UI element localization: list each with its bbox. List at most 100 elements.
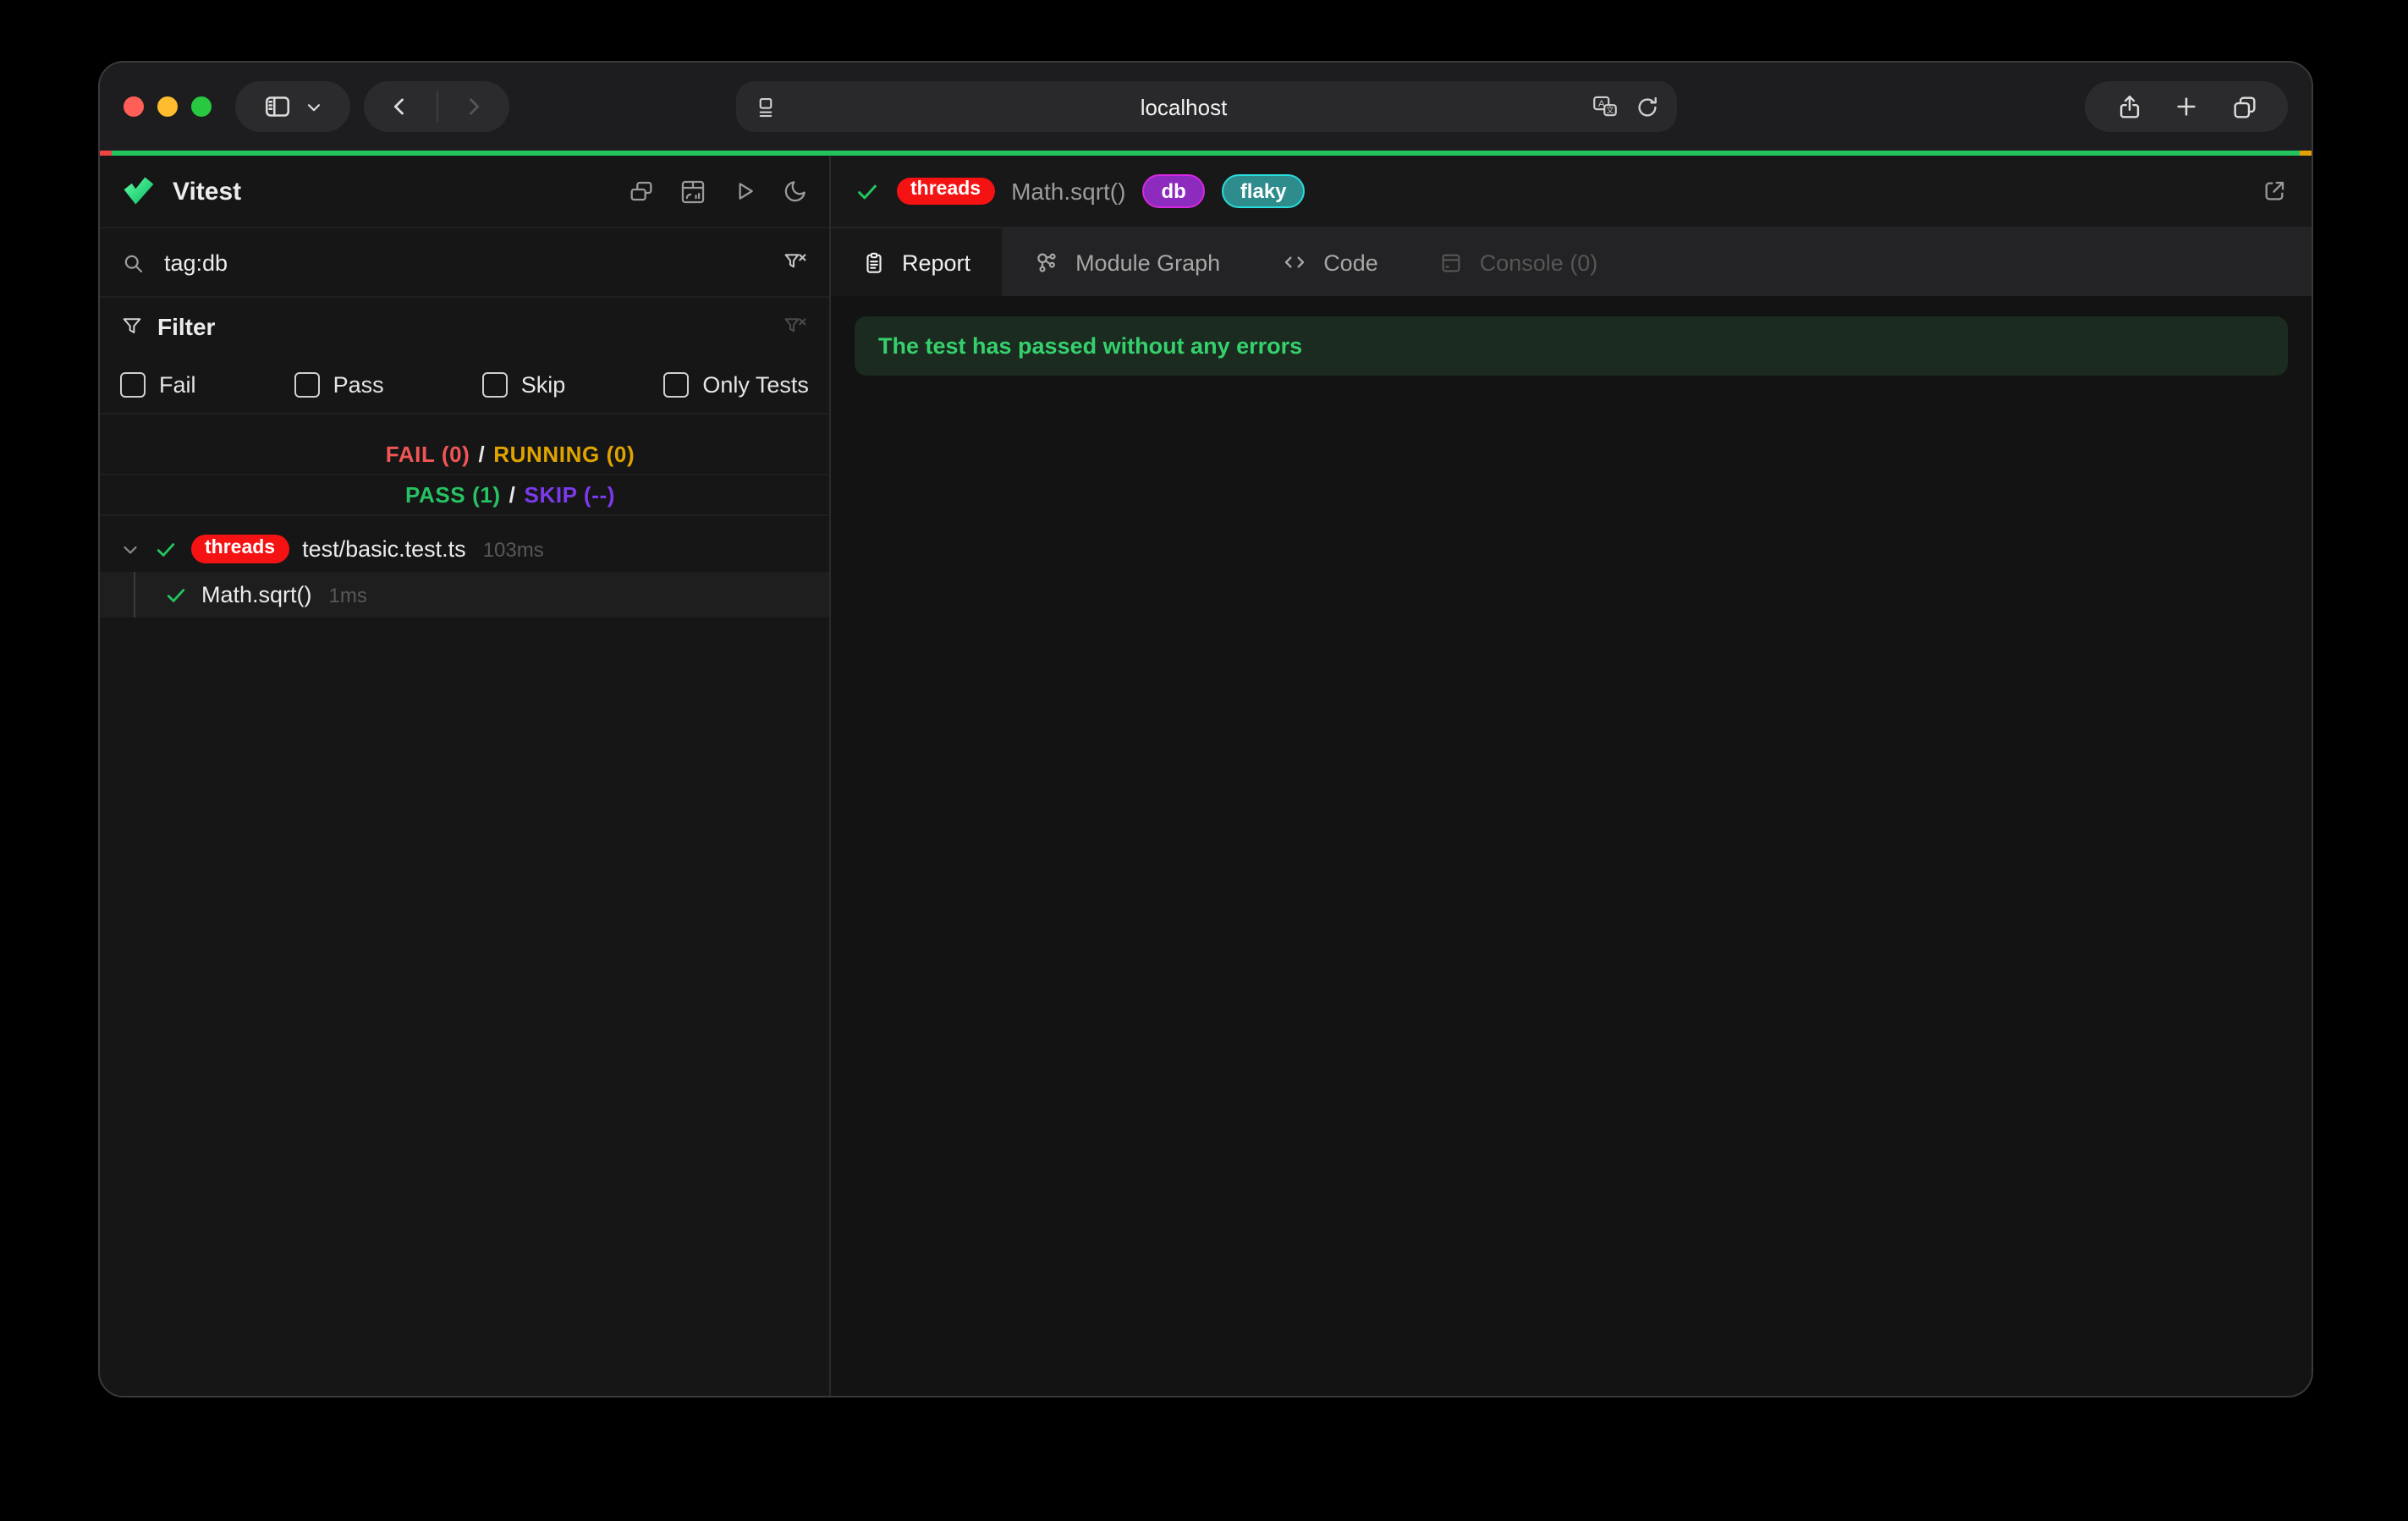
pass-check-icon: [855, 178, 880, 204]
detail-panel: threads Math.sqrt() db flaky: [831, 156, 2312, 1396]
detail-tabs: Report Module Graph: [831, 228, 2312, 296]
checkbox-icon: [120, 371, 146, 397]
sidebar-header-actions: [628, 177, 809, 206]
sidebar: Vitest: [100, 156, 831, 1396]
test-file-row[interactable]: threads test/basic.test.ts 103ms: [100, 526, 829, 572]
forward-button[interactable]: [437, 81, 509, 132]
tab-report[interactable]: Report: [831, 228, 1001, 296]
vitest-ui: Vitest: [100, 156, 2312, 1396]
browser-window-actions: [2085, 81, 2288, 132]
pass-check-icon: [164, 583, 188, 607]
tab-label: Module Graph: [1075, 250, 1220, 275]
detail-header: threads Math.sqrt() db flaky: [831, 156, 2312, 228]
chevron-down-icon: [305, 97, 323, 116]
clear-filter-icon[interactable]: [782, 313, 809, 340]
minimize-window-button[interactable]: [157, 96, 178, 117]
traffic-lights: [124, 96, 212, 117]
new-tab-icon[interactable]: [2173, 93, 2200, 120]
pool-badge: threads: [897, 177, 994, 206]
desktop-background: localhost A 文: [0, 0, 2408, 1521]
close-window-button[interactable]: [124, 96, 144, 117]
tab-module-graph[interactable]: Module Graph: [1001, 228, 1251, 296]
zoom-window-button[interactable]: [191, 96, 212, 117]
cascade-windows-icon[interactable]: [628, 178, 655, 205]
pass-banner: The test has passed without any errors: [855, 316, 2288, 376]
app-title: Vitest: [173, 177, 241, 206]
filter-checkbox-only-tests[interactable]: Only Tests: [663, 371, 809, 397]
checkbox-label: Only Tests: [702, 371, 809, 397]
checkbox-icon: [294, 371, 320, 397]
checkbox-icon: [482, 371, 508, 397]
filter-section-header: Filter: [100, 298, 829, 355]
module-graph-icon: [1031, 248, 1060, 277]
checkbox-label: Skip: [521, 371, 566, 397]
browser-window: localhost A 文: [98, 61, 2313, 1397]
pass-check-icon: [154, 537, 178, 561]
pool-badge: threads: [191, 535, 289, 563]
share-icon[interactable]: [2114, 92, 2143, 121]
filter-checkbox-skip[interactable]: Skip: [482, 371, 566, 397]
status-separator: /: [509, 482, 516, 508]
translate-icon[interactable]: A 文: [1590, 92, 1619, 121]
browser-toolbar: localhost A 文: [100, 63, 2312, 151]
pass-banner-text: The test has passed without any errors: [878, 333, 1302, 359]
tab-label: Code: [1323, 250, 1378, 275]
vitest-logo-icon: [120, 173, 157, 210]
stage: localhost A 文: [0, 0, 2408, 1521]
search-icon: [120, 250, 146, 275]
status-row-fail-running: FAIL (0) / RUNNING (0): [100, 435, 829, 475]
status-fail: FAIL (0): [386, 442, 470, 467]
status-row-pass-skip: PASS (1) / SKIP (--): [100, 475, 829, 516]
dark-mode-icon[interactable]: [782, 178, 809, 205]
search-row: [100, 228, 829, 298]
console-icon: [1439, 250, 1465, 275]
page-settings-icon[interactable]: [752, 94, 778, 119]
browser-sidebar-toggle[interactable]: [235, 81, 350, 132]
checkbox-icon: [663, 371, 689, 397]
report-panel: The test has passed without any errors: [831, 296, 2312, 1396]
status-separator: /: [478, 442, 485, 467]
filter-label: Filter: [157, 313, 215, 340]
sidebar-header: Vitest: [100, 156, 829, 228]
tag-db: db: [1142, 174, 1204, 208]
test-case-duration: 1ms: [329, 583, 367, 607]
test-case-row[interactable]: Math.sqrt() 1ms: [100, 572, 829, 618]
report-icon: [861, 250, 887, 275]
tab-console[interactable]: Console (0): [1409, 228, 1629, 296]
test-file-duration: 103ms: [483, 537, 544, 561]
test-tree: threads test/basic.test.ts 103ms Math.sq…: [100, 526, 829, 618]
status-pass: PASS (1): [405, 482, 501, 508]
filter-checkbox-pass[interactable]: Pass: [294, 371, 384, 397]
url-text: localhost: [778, 94, 1590, 119]
tab-overview-icon[interactable]: [2229, 92, 2258, 121]
test-case-name: Math.sqrt(): [201, 582, 312, 607]
filter-icon: [120, 315, 144, 338]
filter-checkboxes: Fail Pass Skip Only Tests: [100, 355, 829, 415]
code-icon: [1281, 249, 1308, 276]
test-file-name: test/basic.test.ts: [302, 536, 466, 562]
tab-label: Console (0): [1480, 250, 1598, 275]
test-title: Math.sqrt(): [1011, 178, 1125, 205]
clear-search-icon[interactable]: [782, 249, 809, 276]
tab-label: Report: [902, 250, 970, 275]
checkbox-label: Pass: [333, 371, 384, 397]
chevron-down-icon[interactable]: [120, 539, 140, 559]
svg-text:文: 文: [1605, 105, 1613, 114]
back-button[interactable]: [364, 81, 436, 132]
dashboard-icon[interactable]: [679, 177, 707, 206]
open-in-editor-icon[interactable]: [2261, 178, 2288, 205]
filter-checkbox-fail[interactable]: Fail: [120, 371, 196, 397]
checkbox-label: Fail: [159, 371, 196, 397]
browser-nav-buttons: [364, 81, 509, 132]
run-status-summary: FAIL (0) / RUNNING (0) PASS (1) / SKIP (…: [100, 435, 829, 516]
tag-flaky: flaky: [1222, 174, 1306, 208]
status-running: RUNNING (0): [493, 442, 635, 467]
sidebar-icon: [262, 91, 293, 122]
reload-icon[interactable]: [1634, 94, 1659, 119]
status-skip: SKIP (--): [525, 482, 616, 508]
tab-code[interactable]: Code: [1251, 228, 1409, 296]
address-bar[interactable]: localhost A 文: [735, 81, 1676, 132]
search-input[interactable]: [161, 248, 782, 277]
run-all-icon[interactable]: [731, 178, 758, 205]
address-bar-actions: A 文: [1590, 92, 1659, 121]
